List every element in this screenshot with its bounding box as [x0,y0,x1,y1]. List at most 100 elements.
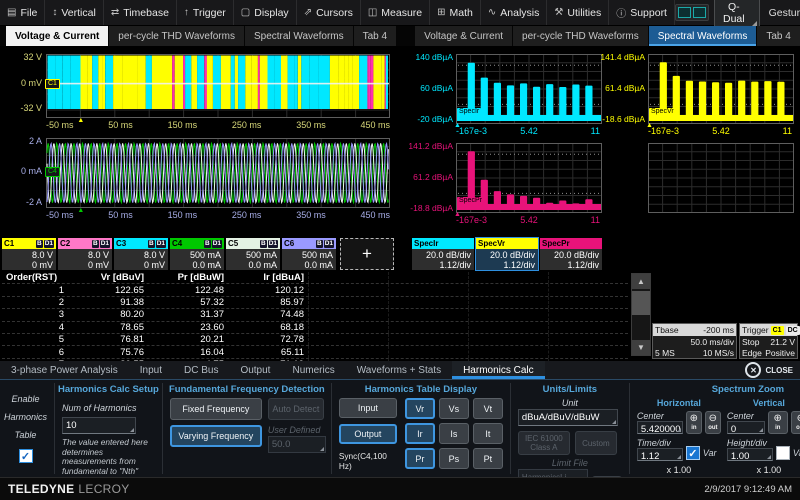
channel-descriptor-c5[interactable]: C5BD1500 mA0.0 mA [226,238,280,270]
channel-offset: 0 mV [117,260,165,270]
table-row: 576.8120.2172.78 [2,334,628,346]
dialog-tab-harmonics-calc[interactable]: Harmonics Calc [452,361,545,379]
tab-right-per-cycle-thd-waveforms[interactable]: per-cycle THD Waveforms [513,26,649,46]
menu-item-utilities[interactable]: ⚒Utilities [547,0,609,25]
v-zoom-out-button[interactable]: ⊖ out [791,411,800,434]
q-dual-button[interactable]: Q-Dual [714,0,760,29]
h-var-checkbox[interactable]: ✓ [686,446,700,460]
table-scrollbar[interactable]: ▲ ▼ [631,273,651,356]
units-limits-section: Units/Limits Unit dBuA/dBuV/dBuW IEC 610… [510,383,622,474]
y-tick-label: 140 dBµA [415,52,453,62]
display-mode-thumbnails-icon[interactable] [675,4,709,21]
measure-button-vt[interactable]: Vt [473,398,503,419]
dialog-tab-3-phase-power-analysis[interactable]: 3-phase Power Analysis [0,361,129,379]
height-div-input[interactable]: 1.00 [727,448,773,461]
tab-left-tab-4[interactable]: Tab 4 [354,26,397,46]
badge-b: B [316,240,323,248]
plot-canvas[interactable]: C1 [46,54,390,118]
menu-item-math[interactable]: ⊞Math [430,0,481,25]
table-cell: 122.65 [68,285,148,296]
auto-detect-button[interactable]: Auto Detect [268,398,324,420]
v-zoom-in-button[interactable]: ⊕ in [768,411,788,434]
iec-class-a-button[interactable]: IEC 61000 Class A [518,431,570,455]
dialog-tab-numerics[interactable]: Numerics [281,361,345,379]
tab-right-tab-4[interactable]: Tab 4 [757,26,800,46]
y-axis-labels: 32 V0 mV-32 V [0,54,46,118]
enable-harmonics-checkbox[interactable]: ✓ [19,449,33,463]
badge-d1: D1 [324,240,334,248]
channel-descriptor-c6[interactable]: C6BD1500 mA0.0 mA [282,238,336,270]
custom-limits-button[interactable]: Custom [575,431,617,455]
dialog-tab-output[interactable]: Output [229,361,281,379]
menu-item-measure[interactable]: ◫Measure [361,0,430,25]
v-center-input[interactable]: 0 [727,421,765,434]
trigger-coupling-badge: DC [786,326,800,335]
time-div-input[interactable]: 1.12 [637,448,683,461]
menu-item-file[interactable]: ▤File [0,0,45,25]
y-axis-labels [606,143,648,213]
empty-cell [468,334,548,345]
plot-canvas[interactable]: SpecIr [456,54,602,124]
plot-canvas[interactable]: SpecPr [456,143,602,213]
empty-cell [548,322,628,333]
close-button[interactable]: ✕ CLOSE [745,361,800,379]
dialog-tab-input[interactable]: Input [129,361,173,379]
channel-scale: 8.0 V [5,250,53,260]
channel-descriptor-c3[interactable]: C3BD18.0 V0 mV [114,238,168,270]
measure-button-it[interactable]: It [473,423,503,444]
scroll-thumb[interactable] [632,291,650,315]
varying-frequency-button[interactable]: Varying Frequency [170,425,262,447]
channel-header: C4BD1 [170,238,224,249]
output-button[interactable]: Output [339,424,397,444]
channel-descriptor-c4[interactable]: C4BD1500 mA0.0 mA [170,238,224,270]
measure-button-ps[interactable]: Ps [439,448,469,469]
measure-button-is[interactable]: Is [439,423,469,444]
plot-canvas[interactable]: C4 [46,138,390,208]
plot-canvas[interactable] [648,143,794,213]
y-tick-label: 61.2 dBµA [413,172,453,182]
timebase-descriptor[interactable]: Tbase -200 ms 50.0 ms/div 5 MS 10 MS/s [652,323,737,359]
menu-item-vertical[interactable]: ↕Vertical [45,0,103,25]
user-defined-input[interactable]: 50.0 [268,436,326,453]
zoom-out-icon: ⊖ [709,414,717,424]
menu-item-support[interactable]: ⓘSupport [609,0,675,25]
tab-left-spectral-waveforms[interactable]: Spectral Waveforms [245,26,354,46]
plot-canvas[interactable]: SpecVr [648,54,794,124]
dialog-tab-waveforms-stats[interactable]: Waveforms + Stats [346,361,452,379]
add-trace-button[interactable]: + [340,238,394,270]
tab-right-voltage-current[interactable]: Voltage & Current [415,26,513,46]
menu-item-display[interactable]: ▢Display [234,0,297,25]
spec-div: 1.12/div [415,260,471,270]
measure-button-pt[interactable]: Pt [473,448,503,469]
input-button[interactable]: Input [339,398,397,418]
tab-right-spectral-waveforms[interactable]: Spectral Waveforms [649,26,758,46]
channel-descriptor-c2[interactable]: C2BD18.0 V0 mV [58,238,112,270]
menu-right-cluster: Q-Dual Gesture Undo ↶ [675,0,800,25]
scroll-up-button[interactable]: ▲ [632,274,650,289]
v-var-checkbox[interactable]: ✓ [776,446,790,460]
table-cell: 3 [2,309,68,320]
menu-item-cursors[interactable]: ⇗Cursors [297,0,361,25]
tab-left-voltage-current[interactable]: Voltage & Current [6,26,109,46]
unit-select[interactable]: dBuA/dBuV/dBuW [518,409,618,426]
measure-button-ir[interactable]: Ir [405,423,435,444]
scroll-down-button[interactable]: ▼ [632,340,650,355]
spec-descriptor-specpr[interactable]: SpecPr20.0 dB/div1.12/div [540,238,602,270]
h-center-input[interactable]: 5.420000 [637,421,683,434]
h-zoom-in-button[interactable]: ⊕ in [686,411,702,434]
tab-left-per-cycle-thd-waveforms[interactable]: per-cycle THD Waveforms [109,26,245,46]
menu-item-trigger[interactable]: ↑Trigger [177,0,234,25]
menu-item-analysis[interactable]: ∿Analysis [481,0,548,25]
trigger-descriptor[interactable]: Trigger C1 DC Stop 21.2 V Edge Positive [739,323,798,359]
measure-button-pr[interactable]: Pr [405,448,435,469]
menu-item-timebase[interactable]: ⇄Timebase [104,0,177,25]
fixed-frequency-button[interactable]: Fixed Frequency [170,398,262,420]
h-zoom-out-button[interactable]: ⊖ out [705,411,721,434]
measure-button-vs[interactable]: Vs [439,398,469,419]
num-harmonics-input[interactable]: 10 [62,417,136,434]
dialog-tab-dc-bus[interactable]: DC Bus [173,361,229,379]
spec-descriptor-specvr[interactable]: SpecVr20.0 dB/div1.12/div [476,238,538,270]
channel-descriptor-c1[interactable]: C1BD18.0 V0 mV [2,238,56,270]
spec-descriptor-specir[interactable]: SpecIr20.0 dB/div1.12/div [412,238,474,270]
measure-button-vr[interactable]: Vr [405,398,435,419]
